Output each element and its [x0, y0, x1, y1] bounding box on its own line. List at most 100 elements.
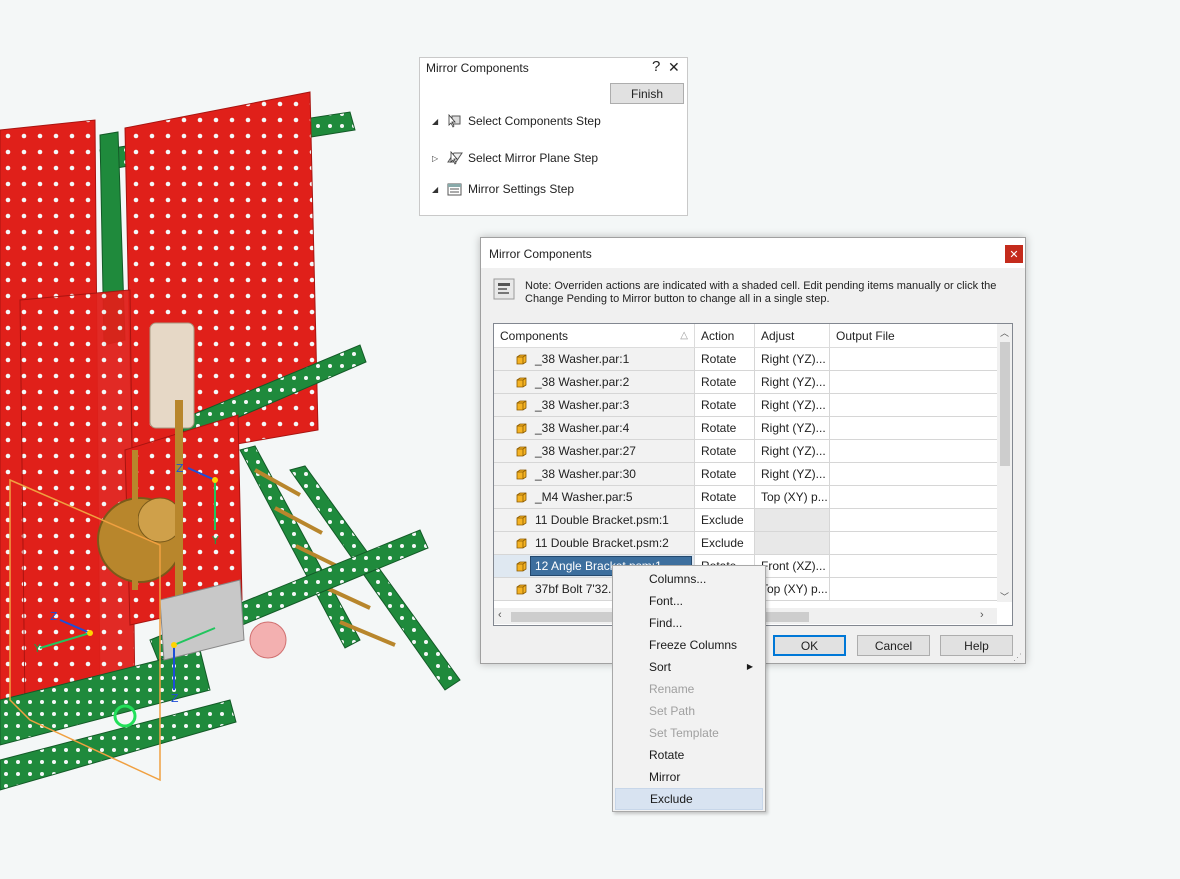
change-pending-icon[interactable]: [493, 278, 515, 300]
cell-adjust[interactable]: Right (YZ)...: [755, 440, 830, 462]
cell-component[interactable]: _38 Washer.par:3: [494, 394, 695, 416]
table-row[interactable]: _38 Washer.par:30 Rotate Right (YZ)...: [494, 463, 997, 486]
triad-z-label-2: Z: [50, 610, 58, 623]
cell-action[interactable]: Rotate: [695, 440, 755, 462]
scroll-up-icon[interactable]: ︿: [1000, 326, 1009, 339]
column-header-adjust[interactable]: Adjust: [755, 324, 830, 348]
cell-adjust[interactable]: Right (YZ)...: [755, 463, 830, 485]
step-mirror-settings[interactable]: ◢ Mirror Settings Step: [432, 180, 574, 198]
cell-output-file[interactable]: [830, 578, 997, 600]
table-row[interactable]: _38 Washer.par:3 Rotate Right (YZ)...: [494, 394, 997, 417]
scroll-left-icon[interactable]: ‹: [498, 609, 502, 621]
menu-item-rotate[interactable]: Rotate: [615, 744, 763, 766]
finish-button[interactable]: Finish: [610, 83, 684, 104]
vertical-scroll-thumb[interactable]: [1000, 342, 1010, 466]
cell-action[interactable]: Rotate: [695, 348, 755, 370]
brass-shaft: [175, 400, 183, 620]
scroll-down-icon[interactable]: ﹀: [1000, 590, 1009, 603]
table-row[interactable]: _38 Washer.par:1 Rotate Right (YZ)...: [494, 348, 997, 371]
cell-action[interactable]: Rotate: [695, 463, 755, 485]
table-row[interactable]: _38 Washer.par:4 Rotate Right (YZ)...: [494, 417, 997, 440]
menu-item-label: Set Template: [649, 726, 719, 740]
cell-action[interactable]: Rotate: [695, 371, 755, 393]
table-row[interactable]: _M4 Washer.par:5 Rotate Top (XY) p...: [494, 486, 997, 509]
wizard-title: Mirror Components: [426, 61, 529, 75]
submenu-arrow-icon: ▶: [746, 662, 753, 671]
cell-component[interactable]: _38 Washer.par:2: [494, 371, 695, 393]
cell-output-file[interactable]: [830, 440, 997, 462]
cancel-button[interactable]: Cancel: [857, 635, 930, 656]
cell-adjust[interactable]: Top (XY) p...: [755, 578, 830, 600]
cell-output-file[interactable]: [830, 509, 997, 531]
menu-item-label: Sort: [649, 660, 672, 674]
ok-button[interactable]: OK: [773, 635, 846, 656]
cell-action[interactable]: Rotate: [695, 394, 755, 416]
menu-item-sort[interactable]: Sort ▶: [615, 656, 763, 678]
scroll-right-icon[interactable]: ›: [980, 609, 984, 621]
menu-item-exclude[interactable]: Exclude: [615, 788, 763, 810]
expanded-triangle-icon[interactable]: ◢: [432, 185, 444, 194]
cell-adjust[interactable]: Right (YZ)...: [755, 348, 830, 370]
cell-component[interactable]: _38 Washer.par:27: [494, 440, 695, 462]
cell-output-file[interactable]: [830, 417, 997, 439]
cell-action[interactable]: Exclude: [695, 532, 755, 554]
step-select-mirror-plane[interactable]: ▷ Select Mirror Plane Step: [432, 149, 598, 167]
menu-item-mirror[interactable]: Mirror: [615, 766, 763, 788]
cell-output-file[interactable]: [830, 371, 997, 393]
collapsed-triangle-icon[interactable]: ▷: [432, 154, 444, 163]
menu-item-label: Exclude: [650, 792, 693, 806]
column-header-components[interactable]: Components △: [494, 324, 695, 348]
cell-component[interactable]: 11 Double Bracket.psm:1: [494, 509, 695, 531]
column-header-output-file[interactable]: Output File: [830, 324, 997, 348]
cell-action[interactable]: Rotate: [695, 417, 755, 439]
table-row[interactable]: _38 Washer.par:2 Rotate Right (YZ)...: [494, 371, 997, 394]
component-name: _M4 Washer.par:5: [535, 490, 633, 504]
cell-component[interactable]: _38 Washer.par:30: [494, 463, 695, 485]
cell-output-file[interactable]: [830, 532, 997, 554]
cell-component[interactable]: _38 Washer.par:1: [494, 348, 695, 370]
table-row[interactable]: 11 Double Bracket.psm:1 Exclude: [494, 509, 997, 532]
cell-output-file[interactable]: [830, 394, 997, 416]
cell-component[interactable]: _M4 Washer.par:5: [494, 486, 695, 508]
cell-adjust[interactable]: Top (XY) p...: [755, 486, 830, 508]
expanded-triangle-icon[interactable]: ◢: [432, 117, 444, 126]
menu-item-label: Mirror: [649, 770, 681, 784]
cell-output-file[interactable]: [830, 348, 997, 370]
cad-model-viewport[interactable]: Z Y Z Y Z: [0, 0, 470, 879]
brass-shaft-2: [132, 450, 138, 590]
cell-output-file[interactable]: [830, 555, 997, 577]
step-label: Select Mirror Plane Step: [468, 151, 599, 165]
part-cube-icon: [516, 446, 527, 456]
cell-adjust[interactable]: Right (YZ)...: [755, 417, 830, 439]
cell-adjust[interactable]: Right (YZ)...: [755, 371, 830, 393]
cell-output-file[interactable]: [830, 463, 997, 485]
part-cube-icon: [516, 423, 527, 433]
help-button[interactable]: Help: [940, 635, 1013, 656]
menu-item-columns[interactable]: Columns...: [615, 568, 763, 590]
menu-item-label: Rotate: [649, 748, 685, 762]
menu-item-label: Font...: [649, 594, 684, 608]
part-cube-icon: [516, 538, 527, 548]
triad-y-label-2: Y: [33, 642, 41, 655]
cell-component[interactable]: _38 Washer.par:4: [494, 417, 695, 439]
menu-item-freeze-columns[interactable]: Freeze Columns: [615, 634, 763, 656]
close-icon[interactable]: ✕: [668, 59, 680, 76]
cell-action[interactable]: Rotate: [695, 486, 755, 508]
cell-adjust[interactable]: Front (XZ)...: [755, 555, 830, 577]
cell-adjust[interactable]: [755, 509, 830, 531]
menu-item-font[interactable]: Font...: [615, 590, 763, 612]
vertical-scrollbar[interactable]: ︿ ﹀: [997, 324, 1012, 603]
resize-grip-icon[interactable]: ⋰: [1013, 652, 1022, 663]
close-icon[interactable]: ✕: [1005, 245, 1023, 263]
menu-item-find[interactable]: Find...: [615, 612, 763, 634]
cell-output-file[interactable]: [830, 486, 997, 508]
step-select-components[interactable]: ◢ Select Components Step: [432, 112, 601, 130]
column-header-action[interactable]: Action: [695, 324, 755, 348]
cell-adjust[interactable]: Right (YZ)...: [755, 394, 830, 416]
cell-component[interactable]: 11 Double Bracket.psm:2: [494, 532, 695, 554]
cell-action[interactable]: Exclude: [695, 509, 755, 531]
help-icon[interactable]: ?: [652, 58, 660, 75]
table-row[interactable]: 11 Double Bracket.psm:2 Exclude: [494, 532, 997, 555]
table-row[interactable]: _38 Washer.par:27 Rotate Right (YZ)...: [494, 440, 997, 463]
cell-adjust[interactable]: [755, 532, 830, 554]
